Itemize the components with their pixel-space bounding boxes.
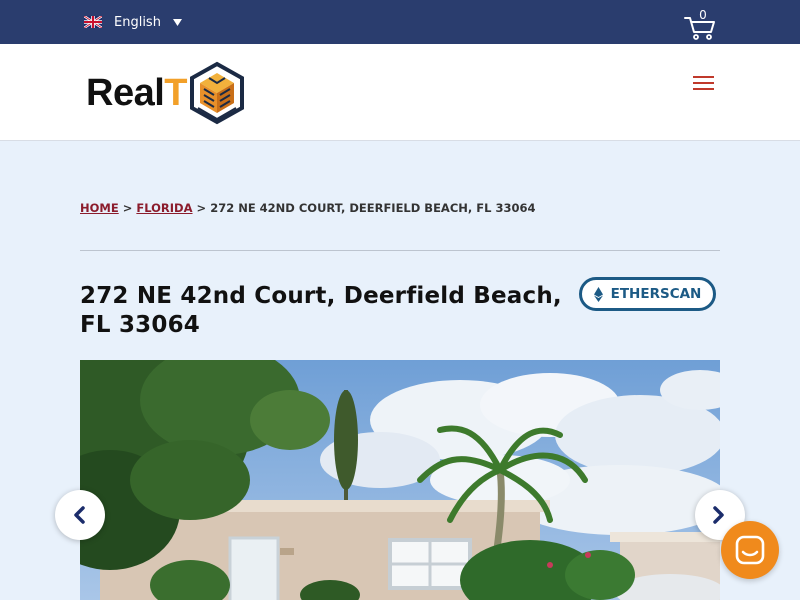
breadcrumb: HOME > FLORIDA > 272 NE 42ND COURT, DEER… xyxy=(80,201,535,215)
logo-wordmark: RealT xyxy=(86,74,187,112)
breadcrumb-home-link[interactable]: HOME xyxy=(80,201,119,215)
ethereum-icon xyxy=(593,286,603,302)
chevron-right-icon xyxy=(713,506,724,524)
breadcrumb-florida-link[interactable]: FLORIDA xyxy=(136,201,192,215)
top-bar: English 0 xyxy=(0,0,800,44)
realt-logo[interactable]: RealT xyxy=(86,60,245,126)
cart-icon xyxy=(684,17,715,40)
language-label: English xyxy=(114,14,161,30)
site-header: RealT xyxy=(0,44,800,141)
property-photo xyxy=(80,360,720,600)
etherscan-label: ETHERSCAN xyxy=(610,286,702,302)
caret-down-icon xyxy=(172,18,182,26)
logo-wordmark-t: T xyxy=(164,72,187,114)
cart-button[interactable]: 0 xyxy=(684,8,718,40)
language-selector[interactable]: English xyxy=(84,12,182,32)
logo-cube-icon xyxy=(190,61,244,125)
chat-icon xyxy=(735,535,765,565)
divider xyxy=(80,250,720,251)
hamburger-menu-icon[interactable] xyxy=(693,74,715,92)
property-title: 272 NE 42nd Court, Deerfield Beach, FL 3… xyxy=(80,283,562,338)
property-photo-image xyxy=(80,360,720,600)
flag-uk-icon xyxy=(84,16,102,28)
logo-wordmark-real: Real xyxy=(86,72,165,114)
breadcrumb-separator: > xyxy=(122,201,133,215)
chevron-left-icon xyxy=(74,506,85,524)
etherscan-button[interactable]: ETHERSCAN xyxy=(579,277,716,311)
chat-launcher-button[interactable] xyxy=(721,521,779,579)
breadcrumb-separator: > xyxy=(196,201,207,215)
carousel-prev-button[interactable] xyxy=(55,490,105,540)
breadcrumb-current: 272 NE 42ND COURT, DEERFIELD BEACH, FL 3… xyxy=(210,201,536,215)
